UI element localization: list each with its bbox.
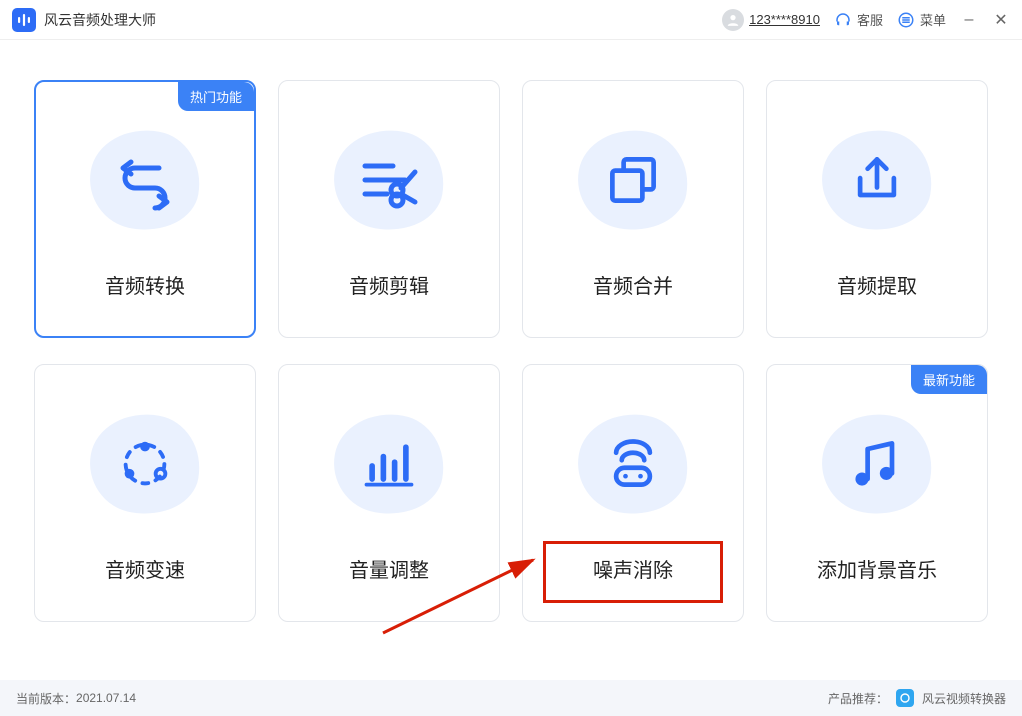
noise-icon bbox=[603, 434, 663, 494]
support-button[interactable]: 客服 bbox=[834, 10, 883, 29]
card-label: 音量调整 bbox=[349, 554, 429, 583]
merge-icon bbox=[603, 150, 663, 210]
app-logo-icon bbox=[12, 8, 36, 32]
titlebar: 风云音频处理大师 123****8910 客服 菜单 – ✕ bbox=[0, 0, 1022, 40]
card-label: 音频转换 bbox=[105, 270, 185, 299]
speed-icon bbox=[114, 433, 176, 495]
version-label: 当前版本： bbox=[16, 690, 76, 707]
card-label: 音频合并 bbox=[593, 270, 673, 299]
app-title: 风云音频处理大师 bbox=[44, 10, 156, 30]
support-label: 客服 bbox=[857, 10, 883, 29]
main-content: 热门功能 音频转换 bbox=[0, 40, 1022, 642]
user-account[interactable]: 123****8910 bbox=[722, 9, 820, 31]
headset-icon bbox=[834, 11, 852, 29]
minimize-button[interactable]: – bbox=[960, 11, 978, 29]
status-bar: 当前版本： 2021.07.14 产品推荐： 风云视频转换器 bbox=[0, 680, 1022, 716]
recommend-app-link[interactable]: 风云视频转换器 bbox=[922, 690, 1006, 707]
card-label: 音频剪辑 bbox=[349, 270, 429, 299]
card-label: 音频提取 bbox=[837, 270, 917, 299]
card-audio-extract[interactable]: 音频提取 bbox=[766, 80, 988, 338]
new-badge: 最新功能 bbox=[911, 365, 987, 394]
close-button[interactable]: ✕ bbox=[992, 10, 1010, 30]
card-volume-adjust[interactable]: 音量调整 bbox=[278, 364, 500, 622]
recommend-app-icon bbox=[896, 689, 914, 707]
recommend-label: 产品推荐： bbox=[828, 690, 888, 707]
card-audio-convert[interactable]: 热门功能 音频转换 bbox=[34, 80, 256, 338]
avatar-icon bbox=[722, 9, 744, 31]
card-label: 噪声消除 bbox=[593, 554, 673, 583]
convert-icon bbox=[113, 148, 177, 212]
menu-label: 菜单 bbox=[920, 10, 946, 29]
music-note-icon bbox=[847, 434, 907, 494]
hot-badge: 热门功能 bbox=[178, 82, 254, 111]
menu-button[interactable]: 菜单 bbox=[897, 10, 946, 29]
card-add-bgm[interactable]: 最新功能 添加背景音乐 bbox=[766, 364, 988, 622]
card-audio-merge[interactable]: 音频合并 bbox=[522, 80, 744, 338]
card-audio-speed[interactable]: 音频变速 bbox=[34, 364, 256, 622]
card-noise-reduce[interactable]: 噪声消除 bbox=[522, 364, 744, 622]
scissors-icon bbox=[357, 148, 421, 212]
card-label: 音频变速 bbox=[105, 554, 185, 583]
volume-bars-icon bbox=[359, 434, 419, 494]
card-label: 添加背景音乐 bbox=[817, 554, 937, 583]
version-value: 2021.07.14 bbox=[76, 691, 136, 705]
user-id: 123****8910 bbox=[749, 12, 820, 27]
extract-icon bbox=[847, 150, 907, 210]
card-audio-trim[interactable]: 音频剪辑 bbox=[278, 80, 500, 338]
menu-icon bbox=[897, 11, 915, 29]
feature-grid: 热门功能 音频转换 bbox=[34, 80, 988, 622]
